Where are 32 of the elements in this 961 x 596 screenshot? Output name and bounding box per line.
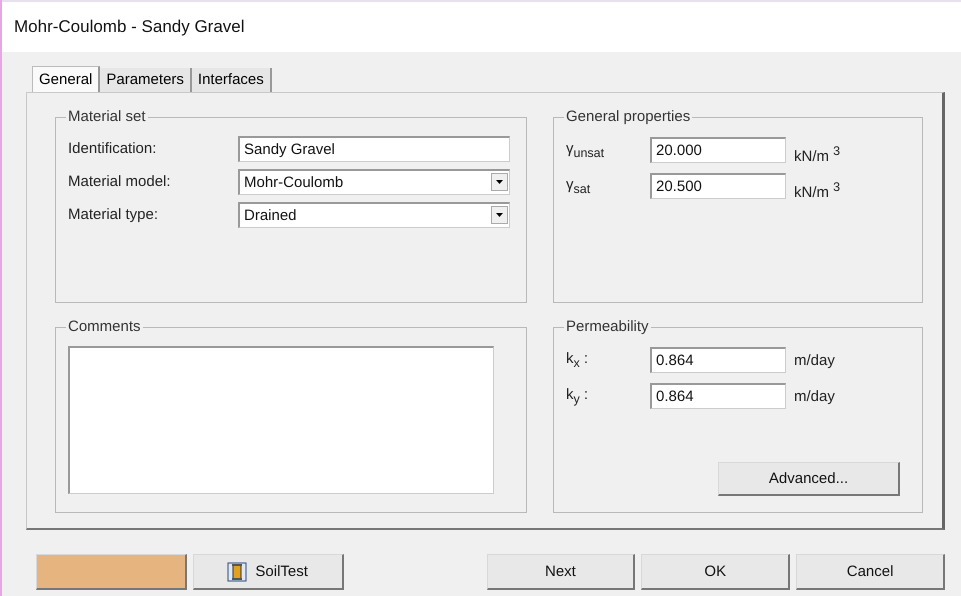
dialog-button[interactable]: OK [641,554,790,590]
soiltest-button[interactable]: SoilTest [192,554,344,590]
input-field[interactable]: 0.864 [650,347,786,373]
tab[interactable]: Interfaces [192,68,272,92]
tab[interactable]: Parameters [100,68,192,92]
unit-label: m/day [794,352,835,368]
dialog-button[interactable]: Cancel [796,554,946,590]
unit-label: kN/m $^{3}$ [794,178,840,200]
color-button[interactable] [36,554,187,590]
unit-label: m/day [794,388,835,404]
group-title: General properties [564,108,692,125]
group-title: Permeability [564,318,651,335]
input-field[interactable]: Sandy Gravel [238,136,510,162]
window-title: Mohr-Coulomb - Sandy Gravel [14,17,245,37]
symbol-label: k$_{y}$ : [566,386,590,406]
input-field[interactable]: 20.000 [650,137,786,163]
symbol-label: k$_{x}$ : [566,350,590,370]
comments-field[interactable] [68,346,494,494]
symbol-label: γ$_{sat}$ [566,176,592,196]
dialog-button[interactable]: Next [486,554,636,590]
field-label: Identification: [68,140,158,157]
unit-label: kN/m $^{3}$ [794,142,840,164]
input-field[interactable]: 0.864 [650,383,786,409]
input-field[interactable]: 20.500 [650,173,786,199]
field-label: Material model: [68,173,172,190]
soil-sample-icon [227,562,248,582]
tab[interactable]: General [32,66,100,92]
dropdown[interactable]: Drained [238,202,510,228]
advanced-button[interactable]: Advanced... [718,462,900,496]
field-label: Material type: [68,206,160,223]
symbol-label: γ$_{unsat}$ [566,140,606,160]
dropdown[interactable]: Mohr-Coulomb [238,168,510,194]
